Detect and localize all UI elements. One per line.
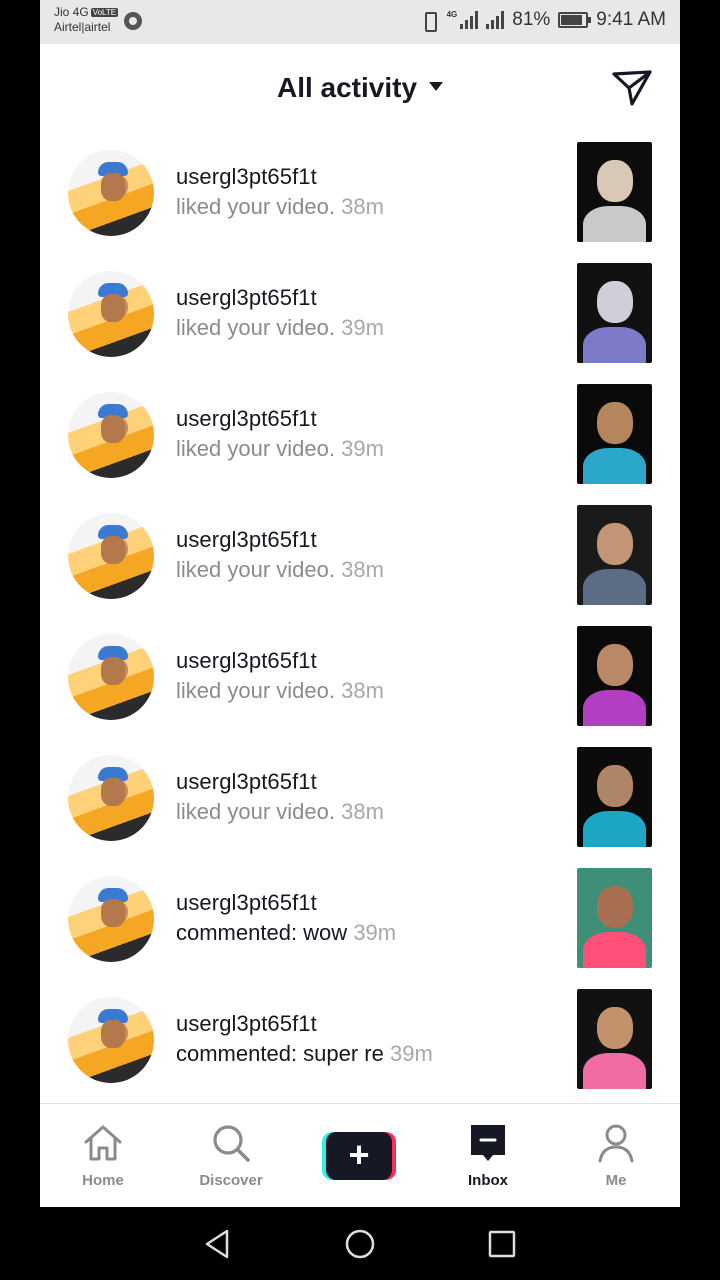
activity-row[interactable]: usergl3pt65f1t liked your video. 39m [40, 372, 680, 493]
clock: 9:41 AM [596, 9, 666, 30]
activity-row[interactable]: usergl3pt65f1t commented: wow 39m [40, 856, 680, 977]
activity-text: liked your video. 38m [176, 678, 384, 704]
volte-badge: VoLTE [90, 8, 119, 17]
video-thumbnail[interactable] [577, 142, 652, 242]
activity-username[interactable]: usergl3pt65f1t [176, 406, 317, 432]
activity-time: 39m [353, 920, 397, 945]
activity-action: liked your video. [176, 557, 335, 582]
direct-message-button[interactable] [610, 68, 654, 108]
activity-text: liked your video. 39m [176, 436, 384, 462]
activity-username[interactable]: usergl3pt65f1t [176, 164, 317, 190]
activity-action: liked your video. [176, 436, 335, 461]
activity-text: liked your video. 39m [176, 315, 384, 341]
inbox-icon [471, 1125, 505, 1161]
home-icon [84, 1125, 122, 1161]
avatar[interactable] [68, 392, 154, 478]
recents-square-icon[interactable] [485, 1227, 519, 1261]
activity-time: 38m [341, 678, 384, 703]
activity-action: liked your video. [176, 194, 335, 219]
activity-row[interactable]: usergl3pt65f1t commented: super re 39m [40, 977, 680, 1098]
caret-down-icon [429, 82, 444, 91]
send-icon [612, 70, 652, 106]
activity-action: liked your video. [176, 678, 335, 703]
video-thumbnail[interactable] [577, 989, 652, 1089]
activity-username[interactable]: usergl3pt65f1t [176, 890, 317, 916]
activity-time: 39m [341, 436, 384, 461]
signal-icon-sim1: 4G [447, 11, 479, 29]
create-video-button[interactable]: + [322, 1132, 396, 1180]
activity-text: liked your video. 38m [176, 799, 384, 825]
nav-discover-label: Discover [199, 1172, 263, 1189]
activity-text: commented: super re 39m [176, 1041, 433, 1067]
activity-row[interactable]: usergl3pt65f1t liked your video. 38m [40, 614, 680, 735]
nav-me-label: Me [605, 1172, 627, 1189]
network-type: 4G [446, 10, 458, 19]
activity-time: 38m [341, 194, 384, 219]
video-thumbnail[interactable] [577, 384, 652, 484]
inbox-header: All activity [40, 44, 680, 134]
carrier-info: Jio 4G VoLTE Airtel|airtel [54, 5, 119, 35]
nav-discover[interactable]: Discover [181, 1120, 281, 1200]
search-icon [213, 1125, 250, 1162]
phone-screen: Jio 4G VoLTE Airtel|airtel 4G 81% 9:41 AM… [40, 0, 680, 1207]
avatar[interactable] [68, 634, 154, 720]
video-thumbnail[interactable] [577, 263, 652, 363]
activity-text: commented: wow 39m [176, 920, 396, 946]
status-icons: 4G 81% 9:41 AM [419, 9, 666, 32]
avatar[interactable] [68, 513, 154, 599]
bottom-nav: Home Discover + Inbox Me [40, 1103, 680, 1207]
activity-action: liked your video. [176, 799, 335, 824]
home-circle-icon[interactable] [343, 1227, 377, 1261]
activity-username[interactable]: usergl3pt65f1t [176, 769, 317, 795]
activity-action: commented: super re [176, 1041, 384, 1066]
nav-home-label: Home [82, 1172, 124, 1189]
nav-inbox-label: Inbox [468, 1172, 508, 1189]
activity-username[interactable]: usergl3pt65f1t [176, 648, 317, 674]
avatar[interactable] [68, 876, 154, 962]
activity-row[interactable]: usergl3pt65f1t liked your video. 39m [40, 251, 680, 372]
activity-time: 38m [341, 557, 384, 582]
activity-username[interactable]: usergl3pt65f1t [176, 527, 317, 553]
carrier-airtel: Airtel|airtel [54, 20, 111, 34]
system-nav-bar [0, 1207, 720, 1280]
activity-time: 38m [341, 799, 384, 824]
video-thumbnail[interactable] [577, 868, 652, 968]
activity-action: commented: wow [176, 920, 348, 945]
activity-action: liked your video. [176, 315, 335, 340]
activity-row[interactable]: usergl3pt65f1t liked your video. 38m [40, 130, 680, 251]
activity-row[interactable]: usergl3pt65f1t liked your video. 38m [40, 735, 680, 856]
avatar[interactable] [68, 150, 154, 236]
video-thumbnail[interactable] [577, 505, 652, 605]
back-icon[interactable] [200, 1227, 234, 1261]
avatar[interactable] [68, 755, 154, 841]
activity-filter-dropdown[interactable]: All activity [40, 72, 680, 104]
vibrate-icon [419, 10, 439, 32]
carrier-jio: Jio 4G [54, 5, 89, 19]
profile-icon [598, 1124, 634, 1163]
activity-row[interactable]: usergl3pt65f1t liked your video. 38m [40, 493, 680, 614]
activity-username[interactable]: usergl3pt65f1t [176, 285, 317, 311]
battery-icon [558, 12, 592, 28]
battery-percent: 81% [512, 9, 551, 30]
avatar[interactable] [68, 997, 154, 1083]
nav-home[interactable]: Home [53, 1120, 153, 1200]
nav-inbox[interactable]: Inbox [438, 1120, 538, 1200]
chrome-notification-icon [124, 12, 142, 30]
plus-icon: + [326, 1132, 392, 1180]
page-title: All activity [276, 72, 418, 103]
nav-me[interactable]: Me [566, 1120, 666, 1200]
activity-time: 39m [341, 315, 384, 340]
status-bar: Jio 4G VoLTE Airtel|airtel 4G 81% 9:41 AM [40, 0, 680, 44]
video-thumbnail[interactable] [577, 747, 652, 847]
video-thumbnail[interactable] [577, 626, 652, 726]
avatar[interactable] [68, 271, 154, 357]
activity-time: 39m [390, 1041, 433, 1066]
activity-text: liked your video. 38m [176, 557, 384, 583]
activity-username[interactable]: usergl3pt65f1t [176, 1011, 317, 1037]
activity-text: liked your video. 38m [176, 194, 384, 220]
signal-icon-sim2 [486, 11, 505, 29]
